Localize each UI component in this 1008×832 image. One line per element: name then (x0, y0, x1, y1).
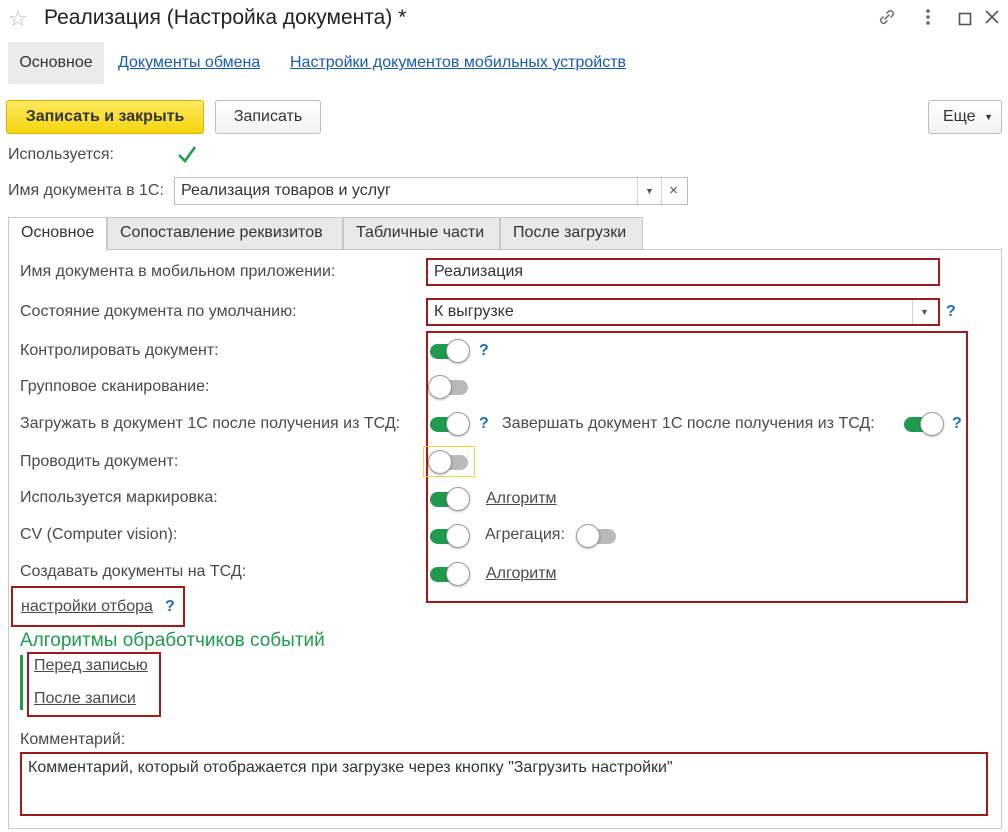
handlers-group-bar (20, 655, 23, 710)
marking-label: Используется маркировка: (20, 489, 218, 506)
maximize-icon[interactable] (958, 10, 972, 31)
create-tsd-toggle[interactable] (428, 561, 470, 587)
help-icon[interactable]: ? (946, 303, 956, 321)
more-button-label: Еще (943, 108, 976, 125)
group-scan-toggle[interactable] (428, 374, 470, 400)
link-icon[interactable] (876, 6, 898, 33)
help-icon[interactable]: ? (479, 342, 489, 360)
close-icon[interactable] (984, 9, 1000, 30)
window-title: Реализация (Настройка документа) * (44, 6, 407, 29)
default-state-select[interactable]: К выгрузке ▼ (426, 298, 940, 326)
aggregation-toggle[interactable] (576, 523, 618, 549)
nav-tab-main[interactable]: Основное (8, 42, 104, 84)
after-write-link[interactable]: После записи (34, 690, 136, 708)
before-write-link[interactable]: Перед записью (34, 657, 148, 675)
doc-name-1c-label: Имя документа в 1С: (8, 182, 164, 199)
comment-label: Комментарий: (20, 731, 126, 748)
mobile-name-label: Имя документа в мобильном приложении: (20, 263, 336, 280)
tab-after-load[interactable]: После загрузки (500, 217, 643, 250)
help-icon[interactable]: ? (952, 415, 962, 433)
tab-main[interactable]: Основное (8, 217, 107, 251)
cv-toggle[interactable] (428, 523, 470, 549)
finish-after-toggle[interactable] (902, 411, 944, 437)
dropdown-arrow-icon: ▼ (984, 112, 993, 122)
tab-table-parts[interactable]: Табличные части (343, 217, 500, 250)
marking-toggle[interactable] (428, 486, 470, 512)
toggles-highlight-box (426, 331, 968, 603)
control-doc-toggle[interactable] (428, 338, 470, 364)
save-and-close-button[interactable]: Записать и закрыть (6, 100, 204, 134)
load-after-toggle[interactable] (428, 411, 470, 437)
doc-name-1c-field[interactable]: Реализация товаров и услуг ▼ × (174, 177, 688, 205)
create-tsd-algorithm-link[interactable]: Алгоритм (486, 565, 557, 583)
dropdown-arrow-icon[interactable]: ▼ (912, 300, 936, 324)
marking-algorithm-link[interactable]: Алгоритм (486, 490, 557, 508)
help-icon[interactable]: ? (165, 598, 175, 616)
mobile-name-field[interactable]: Реализация (426, 258, 940, 286)
finish-after-label: Завершать документ 1С после получения из… (502, 415, 875, 432)
filter-settings-link[interactable]: настройки отбора (21, 598, 153, 616)
group-scan-label: Групповое сканирование: (20, 378, 210, 395)
aggregation-label: Агрегация: (485, 526, 565, 543)
dropdown-arrow-icon[interactable]: ▼ (637, 178, 661, 204)
nav-tab-exchange-docs[interactable]: Документы обмена (118, 42, 260, 84)
star-icon[interactable]: ☆ (8, 6, 28, 32)
more-vertical-icon[interactable] (924, 6, 932, 33)
control-doc-label: Контролировать документ: (20, 342, 219, 359)
nav-tab-mobile-doc-settings[interactable]: Настройки документов мобильных устройств (290, 42, 626, 84)
create-tsd-label: Создавать документы на ТСД: (20, 563, 247, 580)
used-checkbox[interactable] (176, 144, 198, 166)
checkmark-icon (178, 146, 197, 164)
used-label: Используется: (8, 146, 114, 163)
comment-textarea[interactable]: Комментарий, который отображается при за… (20, 752, 988, 816)
default-state-value: К выгрузке (434, 303, 514, 320)
more-button[interactable]: Еще ▼ (928, 100, 1002, 134)
clear-icon[interactable]: × (661, 178, 685, 204)
tab-attribute-mapping[interactable]: Сопоставление реквизитов (107, 217, 343, 250)
help-icon[interactable]: ? (479, 415, 489, 433)
load-after-label: Загружать в документ 1С после получения … (20, 415, 401, 432)
handlers-title: Алгоритмы обработчиков событий (20, 630, 325, 651)
post-doc-label: Проводить документ: (20, 453, 179, 470)
save-button[interactable]: Записать (215, 100, 321, 134)
default-state-label: Состояние документа по умолчанию: (20, 303, 297, 320)
cv-label: CV (Computer vision): (20, 526, 178, 543)
doc-name-1c-value: Реализация товаров и услуг (181, 182, 391, 199)
post-doc-toggle[interactable] (428, 449, 470, 475)
